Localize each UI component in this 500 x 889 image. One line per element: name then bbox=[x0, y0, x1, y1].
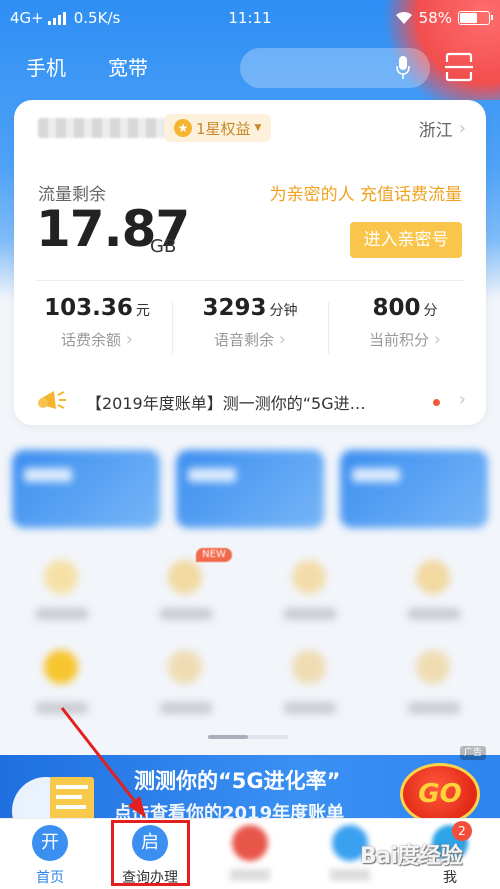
points-stat[interactable]: 800 分 当前积分 › bbox=[330, 295, 480, 350]
home-icon: 开 bbox=[32, 825, 68, 861]
search-input[interactable] bbox=[240, 48, 430, 88]
balance-value: 103.36 bbox=[44, 295, 133, 321]
watermark: Bai度经验 bbox=[360, 844, 463, 869]
service-label bbox=[408, 702, 460, 714]
service-icon[interactable] bbox=[292, 560, 326, 594]
notice-text: 【2019年度账单】测一测你的“5G进… bbox=[86, 394, 366, 413]
star-rights-label: 1星权益 bbox=[196, 119, 251, 138]
ad-label: 广告 bbox=[460, 746, 486, 760]
service-icon[interactable] bbox=[168, 560, 202, 594]
tab-blurred[interactable] bbox=[200, 825, 300, 881]
scroll-indicator bbox=[208, 735, 288, 739]
chevron-right-icon: › bbox=[458, 389, 466, 410]
annotation-highlight-box bbox=[111, 820, 190, 886]
battery-icon bbox=[458, 11, 493, 25]
service-banner[interactable] bbox=[176, 450, 324, 528]
service-label bbox=[160, 702, 212, 714]
tab-label-blurred bbox=[330, 869, 370, 881]
service-icon[interactable] bbox=[416, 560, 450, 594]
megaphone-icon bbox=[38, 391, 66, 409]
chevron-right-icon: › bbox=[278, 329, 286, 350]
tab-me-label: 我 bbox=[443, 870, 457, 886]
tab-broadband[interactable]: 宽带 bbox=[108, 52, 148, 81]
account-card: ★ 1星权益 ▼ 浙江 › 流量剩余 为亲密的人 充值话费流量 17.87 GB… bbox=[14, 100, 486, 425]
masked-phone-number bbox=[38, 118, 166, 138]
notice-bar[interactable]: 【2019年度账单】测一测你的“5G进… › bbox=[14, 385, 486, 419]
points-unit: 分 bbox=[423, 303, 438, 319]
balance-unit: 元 bbox=[135, 303, 150, 319]
tab-icon bbox=[232, 825, 268, 861]
voice-stat[interactable]: 3293 分钟 语音剩余 › bbox=[175, 295, 325, 350]
family-number-button[interactable]: 进入亲密号 bbox=[350, 222, 462, 258]
service-label bbox=[36, 702, 88, 714]
divider bbox=[172, 302, 173, 354]
service-label bbox=[284, 702, 336, 714]
voice-unit: 分钟 bbox=[269, 303, 298, 319]
voice-value: 3293 bbox=[202, 295, 267, 321]
tab-label-blurred bbox=[230, 869, 270, 881]
divider bbox=[36, 280, 464, 281]
province-selector[interactable]: 浙江 › bbox=[419, 116, 466, 141]
service-label bbox=[160, 608, 212, 620]
family-promo-link[interactable]: 为亲密的人 充值话费流量 bbox=[270, 180, 462, 205]
balance-label: 话费余额 bbox=[61, 331, 122, 349]
tab-home[interactable]: 开 首页 bbox=[0, 825, 100, 887]
service-label bbox=[408, 608, 460, 620]
service-label bbox=[36, 608, 88, 620]
services-area-blurred bbox=[0, 440, 500, 740]
balance-stat[interactable]: 103.36 元 话费余额 › bbox=[22, 295, 172, 350]
service-banner[interactable] bbox=[340, 450, 488, 528]
microphone-icon[interactable] bbox=[396, 56, 410, 80]
voice-label: 语音剩余 bbox=[214, 331, 275, 349]
data-remaining-unit: GB bbox=[150, 236, 177, 257]
star-rights-badge[interactable]: ★ 1星权益 ▼ bbox=[164, 114, 272, 142]
points-value: 800 bbox=[372, 295, 421, 321]
chevron-right-icon: › bbox=[125, 329, 133, 350]
service-icon[interactable] bbox=[44, 560, 78, 594]
speed-gauge-illustration bbox=[12, 777, 94, 825]
service-icon[interactable] bbox=[44, 650, 78, 684]
points-label: 当前积分 bbox=[369, 331, 430, 349]
status-bar: 4G+ 0.5K/s 11:11 58% bbox=[0, 0, 500, 36]
chevron-right-icon: › bbox=[433, 329, 441, 350]
new-tag: NEW bbox=[196, 548, 232, 562]
star-icon: ★ bbox=[174, 119, 192, 137]
tab-home-label: 首页 bbox=[36, 870, 64, 886]
tab-mobile[interactable]: 手机 bbox=[26, 52, 66, 81]
ad-banner[interactable]: 测测你的“5G进化率” 点击查看你的2019年度账单 GO bbox=[0, 755, 500, 825]
scan-icon[interactable] bbox=[445, 52, 473, 82]
province-label: 浙江 bbox=[418, 121, 453, 141]
service-label bbox=[284, 608, 336, 620]
dropdown-icon: ▼ bbox=[254, 123, 262, 133]
unread-dot bbox=[433, 399, 440, 406]
battery-percent: 58% bbox=[418, 9, 452, 27]
service-banner[interactable] bbox=[12, 450, 160, 528]
divider bbox=[328, 302, 329, 354]
ad-go-button[interactable]: GO bbox=[400, 763, 480, 825]
service-icon[interactable] bbox=[416, 650, 450, 684]
service-icon[interactable] bbox=[292, 650, 326, 684]
wifi-icon bbox=[395, 11, 412, 24]
service-icon[interactable] bbox=[168, 650, 202, 684]
top-nav: 手机 宽带 bbox=[0, 48, 500, 88]
ad-title: 测测你的“5G进化率” bbox=[134, 769, 341, 793]
chevron-right-icon: › bbox=[458, 118, 466, 139]
